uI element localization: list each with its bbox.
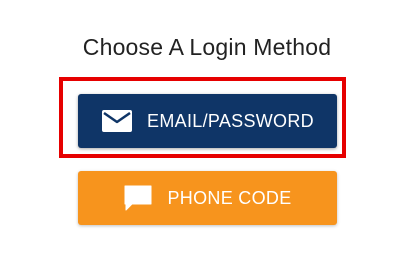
email-password-label: EMAIL/PASSWORD bbox=[147, 110, 314, 131]
page-title: Choose A Login Method bbox=[82, 34, 332, 60]
chat-bubble-icon bbox=[123, 184, 153, 212]
email-password-button[interactable]: EMAIL/PASSWORD bbox=[78, 94, 337, 148]
phone-code-label: PHONE CODE bbox=[167, 187, 292, 208]
envelope-icon bbox=[101, 109, 133, 133]
phone-code-button[interactable]: PHONE CODE bbox=[78, 171, 337, 225]
login-method-screen: Choose A Login Method EMAIL/PASSWORD PHO… bbox=[0, 0, 414, 263]
